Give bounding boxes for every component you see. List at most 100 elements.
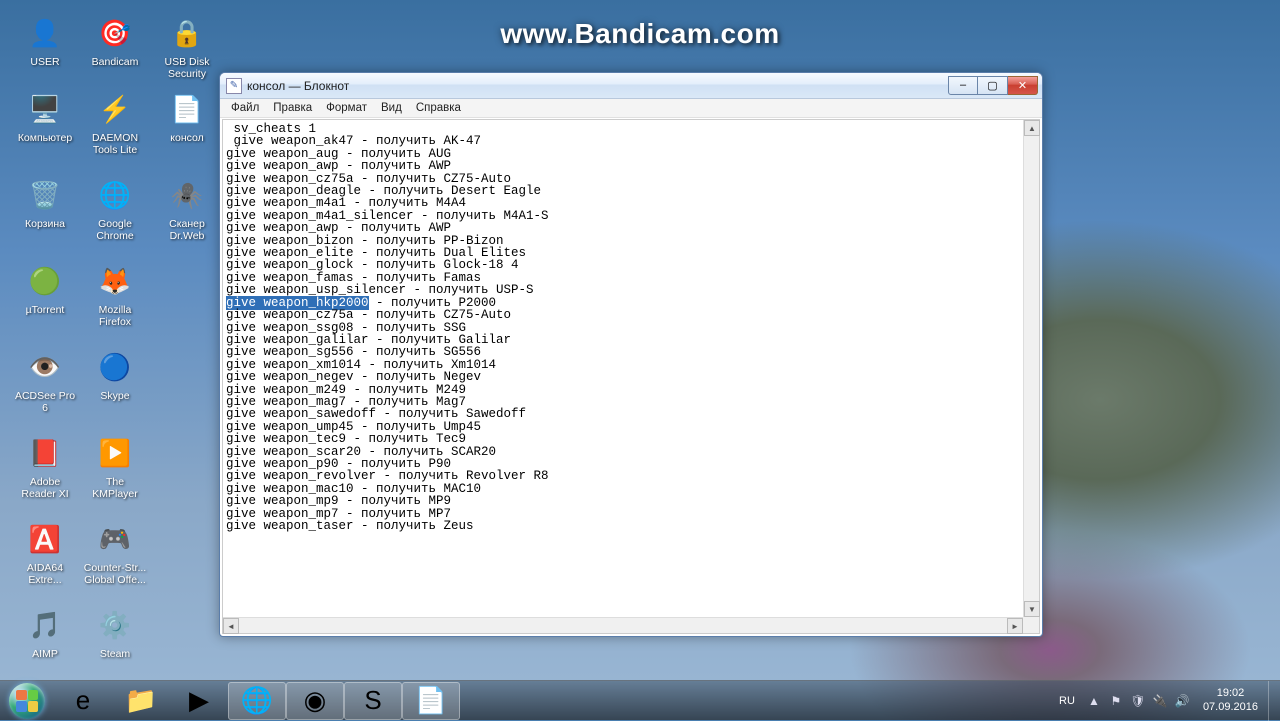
csgo-icon-glyph: 🎮: [94, 518, 136, 560]
scroll-left-arrow-icon[interactable]: ◄: [223, 618, 239, 634]
tray-icon-2[interactable]: 🛡: [1129, 692, 1147, 710]
utorrent-icon[interactable]: 🟢µTorrent: [10, 256, 80, 338]
tb-steam[interactable]: ◉: [286, 682, 344, 720]
aida64-icon[interactable]: 🅰️AIDA64 Extre...: [10, 514, 80, 596]
recycle-bin-icon[interactable]: 🗑️Корзина: [10, 170, 80, 252]
desktop-icon-label: Bandicam: [92, 56, 139, 68]
scroll-right-arrow-icon[interactable]: ►: [1007, 618, 1023, 634]
tray-icon-0[interactable]: ▲: [1085, 692, 1103, 710]
tray-icon-1[interactable]: ⚑: [1107, 692, 1125, 710]
minimize-button[interactable]: –: [948, 76, 978, 95]
text-line: give weapon_taser - получить Zeus: [226, 520, 1020, 532]
text-line: give weapon_awp - получить AWP: [226, 222, 1020, 234]
computer-icon-glyph: 🖥️: [24, 88, 66, 130]
scroll-up-arrow-icon[interactable]: ▲: [1024, 120, 1040, 136]
tb-explorer-icon: 📁: [126, 686, 156, 716]
kmplayer-icon[interactable]: ▶️The KMPlayer: [80, 428, 150, 510]
tb-notepad-icon: 📄: [416, 686, 446, 716]
vertical-scrollbar[interactable]: ▲ ▼: [1023, 120, 1039, 617]
adobe-reader-icon-glyph: 📕: [24, 432, 66, 474]
tb-chrome-icon: 🌐: [242, 686, 272, 716]
menu-правка[interactable]: Правка: [266, 101, 319, 115]
horizontal-scrollbar[interactable]: ◄ ►: [223, 617, 1023, 633]
menu-формат[interactable]: Формат: [319, 101, 374, 115]
start-button[interactable]: [0, 681, 54, 721]
user-icon[interactable]: 👤 USER: [10, 8, 80, 90]
desktop-icon-label: ACDSee Pro 6: [12, 390, 78, 414]
firefox-icon[interactable]: 🦊Mozilla Firefox: [80, 256, 150, 338]
drweb-scanner-icon[interactable]: 🕷️Сканер Dr.Web: [152, 170, 222, 252]
usb-disk-security-icon-glyph: 🔒: [166, 12, 208, 54]
tb-explorer[interactable]: 📁: [112, 682, 170, 720]
chrome-icon[interactable]: 🌐Google Chrome: [80, 170, 150, 252]
clock[interactable]: 19:02 07.09.2016: [1193, 687, 1268, 713]
desktop-icon-label: AIMP: [32, 648, 58, 660]
tb-skype[interactable]: S: [344, 682, 402, 720]
editor-wrap: sv_cheats 1 give weapon_ak47 - получить …: [222, 119, 1040, 634]
tb-notepad[interactable]: 📄: [402, 682, 460, 720]
close-button[interactable]: ✕: [1008, 76, 1038, 95]
user-icon-glyph: 👤: [24, 12, 66, 54]
aimp-icon[interactable]: 🎵 AIMP: [10, 600, 80, 682]
desktop-icon-label: Adobe Reader XI: [12, 476, 78, 500]
notepad-window: ✎ консол — Блокнот – ▢ ✕ ФайлПравкаФорма…: [219, 72, 1043, 637]
scroll-corner: [1023, 617, 1039, 633]
tray-icon-3[interactable]: 🔌: [1151, 692, 1169, 710]
desktop-icon-label: Компьютер: [18, 132, 72, 144]
clock-date: 07.09.2016: [1203, 701, 1258, 714]
konsol-icon[interactable]: 📄 консол: [152, 84, 222, 166]
tb-chrome[interactable]: 🌐: [228, 682, 286, 720]
bandicam-watermark: www.Bandicam.com: [500, 18, 779, 50]
tb-steam-icon: ◉: [300, 686, 330, 716]
menu-файл[interactable]: Файл: [224, 101, 266, 115]
menu-справка[interactable]: Справка: [409, 101, 468, 115]
text-line: give weapon_awp - получить AWP: [226, 160, 1020, 172]
text-line: give weapon_ak47 - получить AK-47: [226, 135, 1020, 147]
desktop-icon-label: USER: [30, 56, 59, 68]
computer-icon[interactable]: 🖥️ Компьютер: [10, 84, 80, 166]
text-line: give weapon_sg556 - получить SG556: [226, 346, 1020, 358]
desktop-icon-label: консол: [170, 132, 203, 144]
kmplayer-icon-glyph: ▶️: [94, 432, 136, 474]
tb-media-icon: ▶: [184, 686, 214, 716]
konsol-icon-glyph: 📄: [166, 88, 208, 130]
text-area[interactable]: sv_cheats 1 give weapon_ak47 - получить …: [223, 120, 1023, 617]
tb-ie[interactable]: e: [54, 682, 112, 720]
show-desktop-button[interactable]: [1268, 681, 1280, 721]
aimp-icon-glyph: 🎵: [24, 604, 66, 646]
bandicam-icon[interactable]: 🎯 Bandicam: [80, 8, 150, 90]
utorrent-icon-glyph: 🟢: [24, 260, 66, 302]
clock-time: 19:02: [1203, 687, 1258, 700]
tray-icon-4[interactable]: 🔊: [1173, 692, 1191, 710]
desktop-icon-label: Counter-Str... Global Offe...: [82, 562, 148, 586]
desktop-icon-label: Сканер Dr.Web: [154, 218, 220, 242]
notepad-icon: ✎: [226, 78, 242, 94]
firefox-icon-glyph: 🦊: [94, 260, 136, 302]
tb-media[interactable]: ▶: [170, 682, 228, 720]
usb-disk-security-icon[interactable]: 🔒USB Disk Security: [152, 8, 222, 90]
acdsee-icon[interactable]: 👁️ACDSee Pro 6: [10, 342, 80, 424]
tb-skype-icon: S: [358, 686, 388, 716]
window-title: консол — Блокнот: [247, 79, 349, 93]
recycle-bin-icon-glyph: 🗑️: [24, 174, 66, 216]
language-indicator[interactable]: RU: [1051, 695, 1083, 707]
text-line: give weapon_tec9 - получить Tec9: [226, 433, 1020, 445]
daemon-tools-icon[interactable]: ⚡DAEMON Tools Lite: [80, 84, 150, 166]
titlebar[interactable]: ✎ консол — Блокнот – ▢ ✕: [220, 73, 1042, 99]
scroll-down-arrow-icon[interactable]: ▼: [1024, 601, 1040, 617]
menu-вид[interactable]: Вид: [374, 101, 409, 115]
csgo-icon[interactable]: 🎮Counter-Str... Global Offe...: [80, 514, 150, 596]
bandicam-icon-glyph: 🎯: [94, 12, 136, 54]
chrome-icon-glyph: 🌐: [94, 174, 136, 216]
system-tray: RU ▲⚑🛡🔌🔊 19:02 07.09.2016: [1051, 681, 1280, 720]
text-line: give weapon_revolver - получить Revolver…: [226, 470, 1020, 482]
text-line: give weapon_mp9 - получить MP9: [226, 495, 1020, 507]
text-line: give weapon_cz75a - получить CZ75-Auto: [226, 309, 1020, 321]
daemon-tools-icon-glyph: ⚡: [94, 88, 136, 130]
desktop-icon-label: Skype: [100, 390, 129, 402]
steam-icon[interactable]: ⚙️Steam: [80, 600, 150, 682]
maximize-button[interactable]: ▢: [978, 76, 1008, 95]
skype-icon[interactable]: 🔵Skype: [80, 342, 150, 424]
adobe-reader-icon[interactable]: 📕Adobe Reader XI: [10, 428, 80, 510]
desktop-icon-label: USB Disk Security: [154, 56, 220, 80]
